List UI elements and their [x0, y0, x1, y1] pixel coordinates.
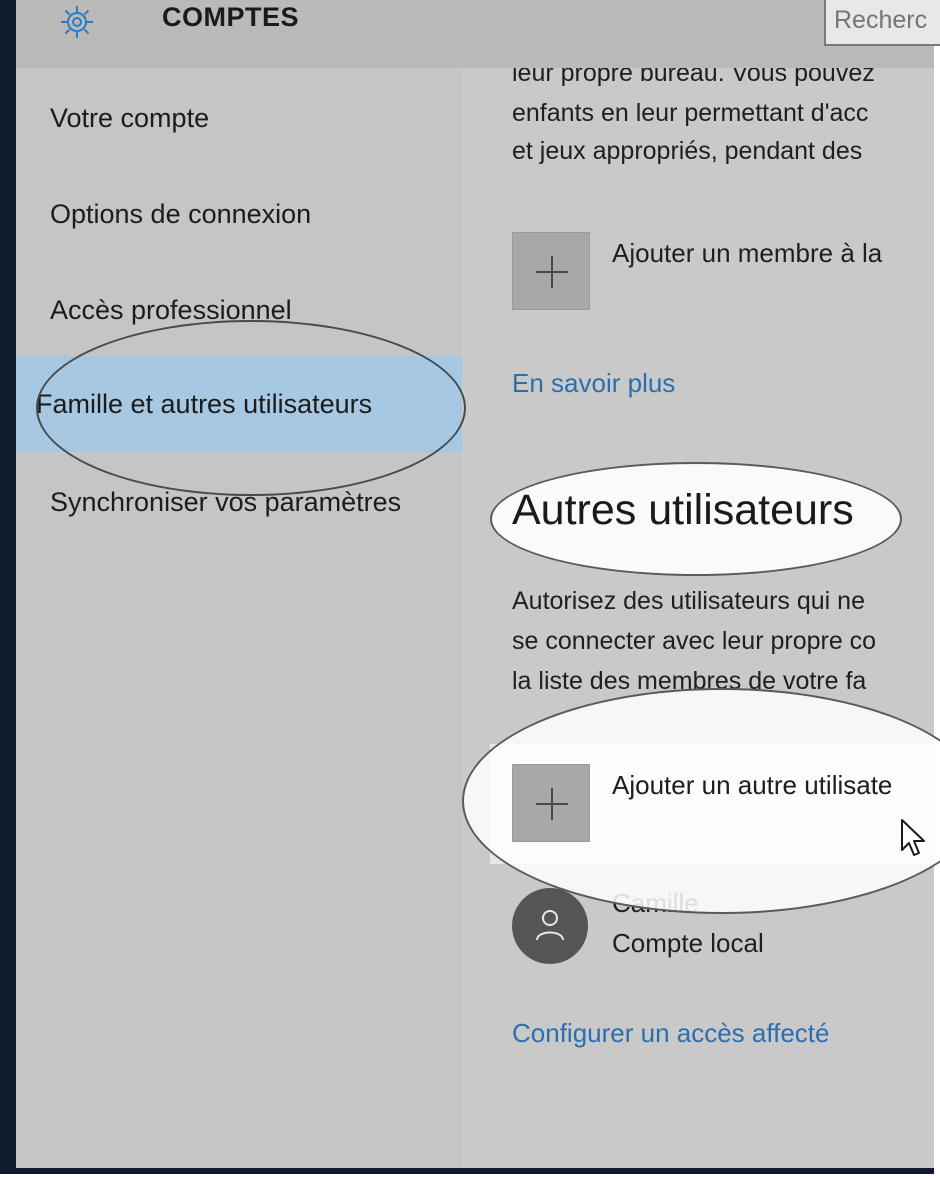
title-bar: COMPTES: [16, 0, 940, 68]
family-text-line: enfants en leur permettant d'acc: [512, 99, 869, 127]
user-account-type: Compte local: [612, 928, 764, 958]
gear-icon: [61, 6, 93, 38]
sidebar-item-label: Options de connexion: [50, 198, 312, 229]
person-icon: [536, 910, 564, 941]
search-input[interactable]: [826, 0, 940, 41]
assigned-access-link[interactable]: Configurer un accès affecté: [512, 1018, 829, 1049]
other-users-heading-highlighted: Autres utilisateurs: [512, 486, 854, 534]
add-family-member-button[interactable]: [512, 232, 590, 310]
sidebar-item-synchroniser-vos-parametres[interactable]: Synchroniser vos paramètres: [16, 454, 462, 550]
add-other-user-label-highlighted[interactable]: Ajouter un autre utilisate: [612, 770, 892, 801]
search-box[interactable]: [824, 0, 940, 46]
add-family-member-label[interactable]: Ajouter un membre à la: [612, 238, 882, 269]
other-users-text-line: Autorisez des utilisateurs qui ne: [512, 587, 865, 615]
sidebar-item-label: Accès professionnel: [50, 294, 292, 325]
add-other-user-tile-highlighted[interactable]: [512, 764, 590, 842]
sidebar-item-options-de-connexion[interactable]: Options de connexion: [16, 166, 462, 262]
learn-more-link[interactable]: En savoir plus: [512, 368, 675, 399]
app-title: COMPTES: [162, 2, 300, 32]
family-text-line: leur propre bureau. Vous pouvez: [512, 68, 875, 87]
sidebar-item-label: Votre compte: [50, 102, 210, 133]
sidebar-item-label: Famille et autres utilisateurs: [36, 388, 373, 419]
sidebar-item-famille-et-autres-utilisateurs[interactable]: Famille et autres utilisateurs: [16, 356, 462, 452]
sidebar: Votre compte Options de connexion Accès …: [16, 68, 462, 1168]
window-frame-bottom: [0, 1168, 934, 1174]
sidebar-item-label: Synchroniser vos paramètres: [50, 486, 402, 517]
sidebar-item-votre-compte[interactable]: Votre compte: [16, 70, 462, 166]
user-name[interactable]: Camille: [612, 888, 699, 919]
mouse-cursor-icon: [901, 819, 925, 856]
family-text-line: et jeux appropriés, pendant des: [512, 137, 863, 165]
other-users-text-line: la liste des membres de votre fa: [512, 667, 867, 695]
window-frame-left: [0, 0, 16, 1172]
other-users-text-line: se connecter avec leur propre co: [512, 627, 877, 655]
settings-window: COMPTES Votre compte Options de connexio…: [0, 0, 940, 1180]
user-avatar[interactable]: [512, 888, 588, 964]
content-pane: leur propre bureau. Vous pouvez enfants …: [462, 68, 934, 1168]
sidebar-item-acces-professionnel[interactable]: Accès professionnel: [16, 262, 462, 358]
